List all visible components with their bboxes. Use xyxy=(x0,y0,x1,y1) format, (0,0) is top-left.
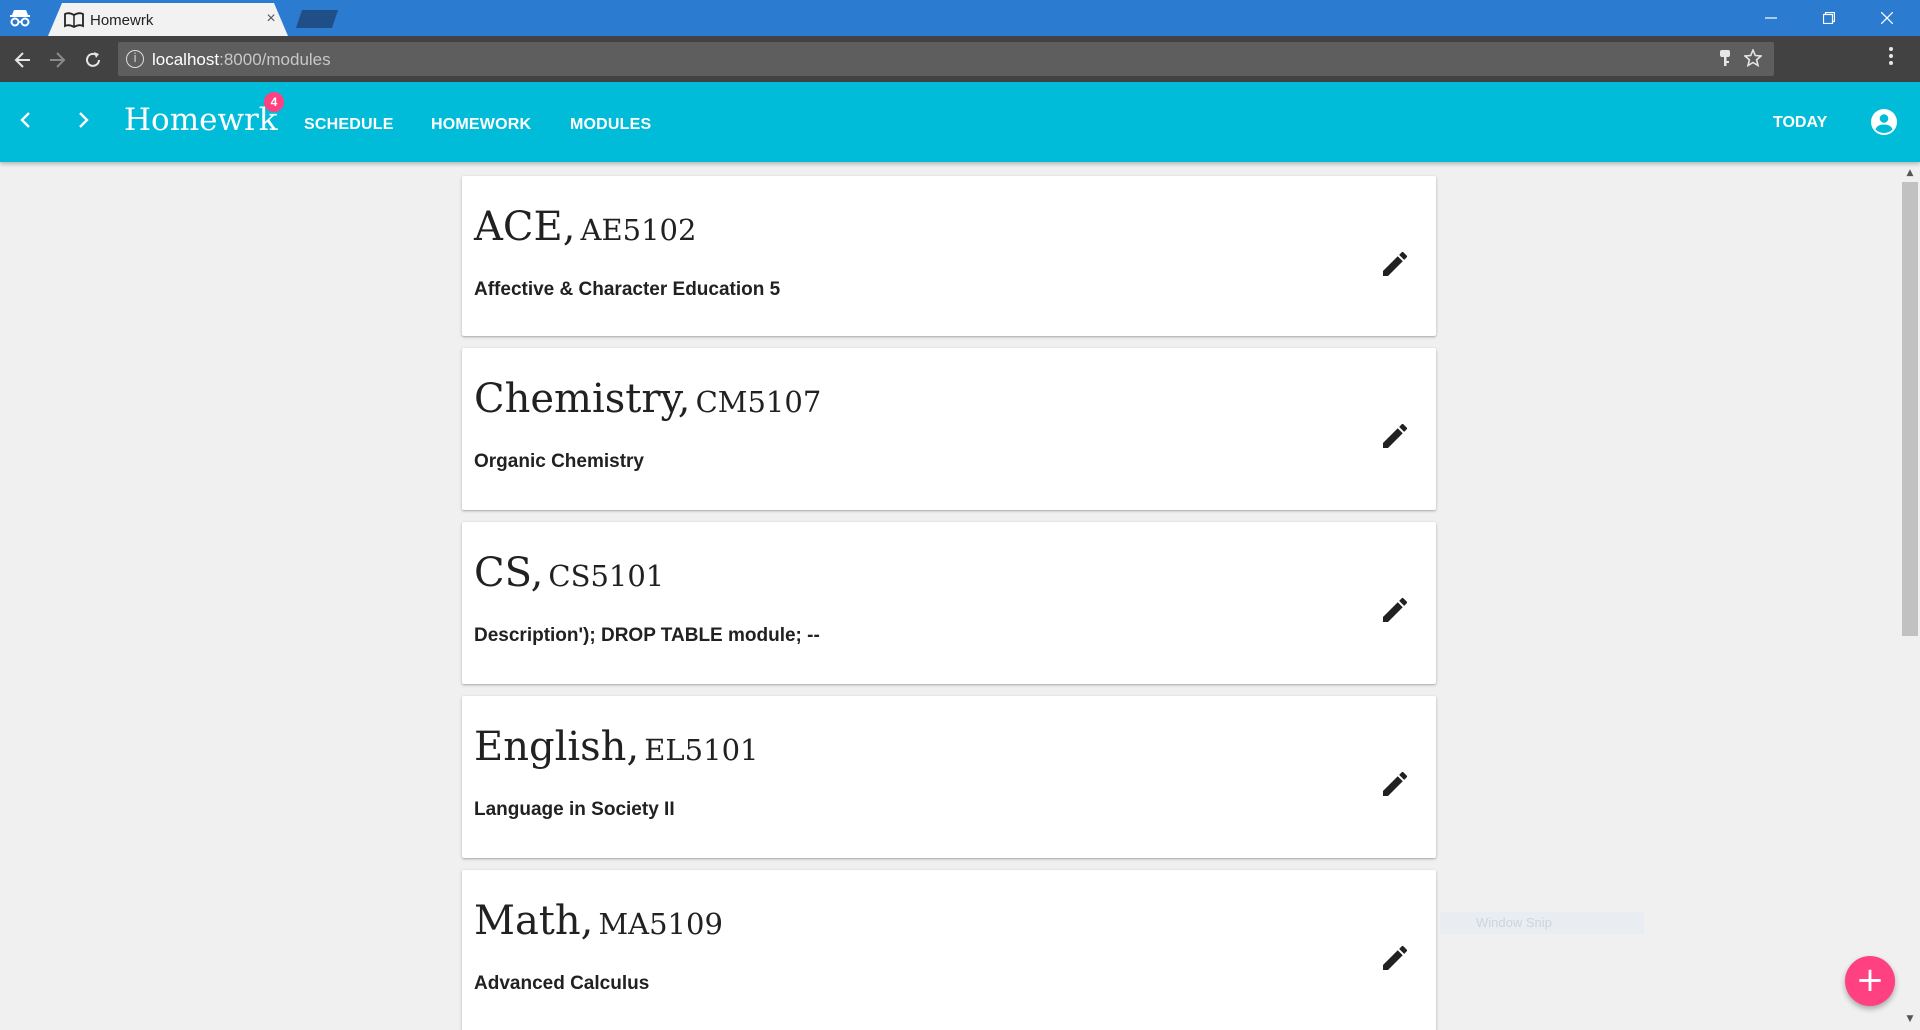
module-title: Chemistry, CM5107 xyxy=(474,376,821,422)
info-icon[interactable]: i xyxy=(126,50,144,68)
scroll-down-arrow-icon[interactable]: ▼ xyxy=(1900,1012,1920,1026)
window-snip-overlay: Window Snip xyxy=(1440,912,1644,934)
module-name: ACE, xyxy=(474,204,576,250)
app-bar: Homewrk 4 SCHEDULE HOMEWORK MODULES TODA… xyxy=(0,82,1920,162)
page-scrollbar[interactable]: ▲ ▼ xyxy=(1900,162,1920,1030)
notification-badge: 4 xyxy=(264,92,284,112)
close-icon[interactable] xyxy=(1858,0,1916,36)
module-description: Description'); DROP TABLE module; -- xyxy=(474,625,820,646)
module-title: Math, MA5109 xyxy=(474,898,723,944)
url-text: localhost:8000/modules xyxy=(152,50,331,70)
module-title: CS, CS5101 xyxy=(474,550,664,596)
scroll-up-arrow-icon[interactable]: ▲ xyxy=(1900,166,1920,180)
module-code: MA5109 xyxy=(598,907,723,941)
module-card[interactable]: CS, CS5101 Description'); DROP TABLE mod… xyxy=(462,522,1436,684)
module-code: CS5101 xyxy=(548,559,665,593)
restore-icon[interactable] xyxy=(1800,0,1858,36)
edit-pencil-icon[interactable] xyxy=(1379,942,1411,974)
reload-icon[interactable] xyxy=(80,47,106,73)
add-module-fab[interactable]: + xyxy=(1845,956,1895,1006)
scrollbar-thumb[interactable] xyxy=(1902,182,1918,636)
module-title: English, EL5101 xyxy=(474,724,758,770)
module-card[interactable]: ACE, AE5102 Affective & Character Educat… xyxy=(462,176,1436,336)
tab-close-icon[interactable]: × xyxy=(262,10,280,28)
back-arrow-icon[interactable] xyxy=(10,47,36,73)
nav-schedule[interactable]: SCHEDULE xyxy=(304,116,394,134)
forward-arrow-icon[interactable] xyxy=(44,47,70,73)
edit-pencil-icon[interactable] xyxy=(1379,594,1411,626)
bookmark-star-icon[interactable] xyxy=(1743,47,1763,72)
module-card[interactable]: Math, MA5109 Advanced Calculus xyxy=(462,870,1436,1030)
module-name: Chemistry, xyxy=(474,376,691,422)
previous-chevron-icon[interactable] xyxy=(10,106,40,136)
address-bar[interactable]: i localhost:8000/modules xyxy=(118,42,1774,76)
today-button[interactable]: TODAY xyxy=(1773,114,1827,132)
new-tab-button[interactable] xyxy=(296,10,338,28)
url-path: :8000/modules xyxy=(219,50,331,69)
key-icon[interactable] xyxy=(1718,49,1732,72)
account-circle-icon[interactable] xyxy=(1870,108,1898,136)
module-name: English, xyxy=(474,724,640,770)
module-card[interactable]: Chemistry, CM5107 Organic Chemistry xyxy=(462,348,1436,510)
incognito-icon xyxy=(10,10,30,27)
module-code: CM5107 xyxy=(695,385,822,419)
url-host: localhost xyxy=(152,50,220,69)
book-icon xyxy=(64,12,84,28)
app-brand[interactable]: Homewrk xyxy=(124,102,278,138)
edit-pencil-icon[interactable] xyxy=(1379,420,1411,452)
browser-titlebar: Homewrk × xyxy=(0,0,1920,36)
modules-list: ACE, AE5102 Affective & Character Educat… xyxy=(0,162,1900,1030)
browser-menu-icon[interactable] xyxy=(1888,46,1894,71)
module-code: AE5102 xyxy=(580,213,697,247)
nav-homework[interactable]: HOMEWORK xyxy=(431,116,531,134)
module-title: ACE, AE5102 xyxy=(474,204,696,250)
edit-pencil-icon[interactable] xyxy=(1379,768,1411,800)
module-name: Math, xyxy=(474,898,594,944)
module-name: CS, xyxy=(474,550,544,596)
module-description: Advanced Calculus xyxy=(474,973,650,994)
window-snip-label: Window Snip xyxy=(1476,915,1552,930)
browser-tab[interactable]: Homewrk × xyxy=(48,3,288,36)
module-description: Affective & Character Education 5 xyxy=(474,279,781,300)
module-code: EL5101 xyxy=(644,733,759,767)
next-chevron-icon[interactable] xyxy=(69,106,99,136)
module-description: Language in Society II xyxy=(474,799,675,820)
edit-pencil-icon[interactable] xyxy=(1379,248,1411,280)
module-description: Organic Chemistry xyxy=(474,451,644,472)
tab-title: Homewrk xyxy=(90,12,154,29)
nav-modules[interactable]: MODULES xyxy=(570,116,651,134)
module-card[interactable]: English, EL5101 Language in Society II xyxy=(462,696,1436,858)
minimize-icon[interactable] xyxy=(1742,0,1800,36)
